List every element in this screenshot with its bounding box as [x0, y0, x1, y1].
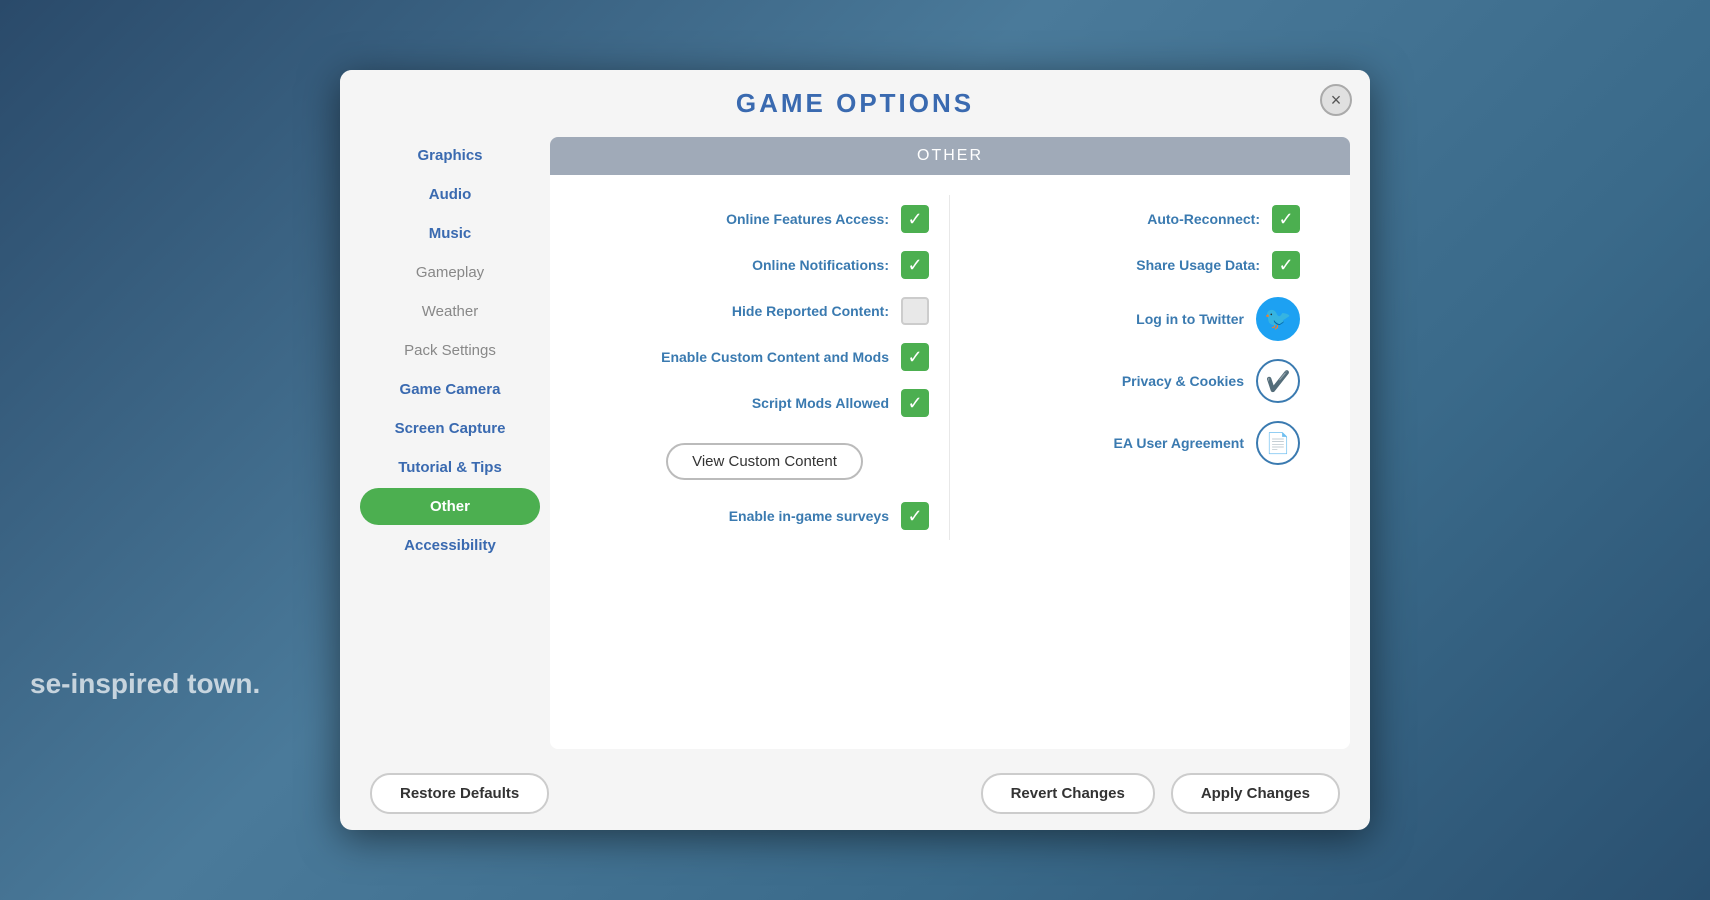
- enable-custom-label: Enable Custom Content and Mods: [661, 349, 889, 365]
- enable-surveys-checkbox[interactable]: ✓: [901, 502, 929, 530]
- script-mods-checkbox[interactable]: ✓: [901, 389, 929, 417]
- modal-overlay: Game Options × Graphics Audio Music Game…: [0, 0, 1710, 900]
- script-mods-label: Script Mods Allowed: [752, 395, 889, 411]
- revert-changes-button[interactable]: Revert Changes: [981, 773, 1155, 814]
- online-notifications-checkbox[interactable]: ✓: [901, 251, 929, 279]
- sidebar-item-weather[interactable]: Weather: [360, 293, 540, 330]
- share-usage-row: Share Usage Data: ✓: [970, 251, 1300, 279]
- enable-custom-row: Enable Custom Content and Mods ✓: [600, 343, 929, 371]
- modal-title: Game Options: [736, 88, 974, 118]
- privacy-cookies-label: Privacy & Cookies: [1122, 373, 1244, 389]
- sidebar-item-other[interactable]: Other: [360, 488, 540, 525]
- online-features-row: Online Features Access: ✓: [600, 205, 929, 233]
- restore-defaults-button[interactable]: Restore Defaults: [370, 773, 549, 814]
- share-usage-checkbox[interactable]: ✓: [1272, 251, 1300, 279]
- content-area: Other Online Features Access: ✓ Online N…: [550, 137, 1350, 749]
- log-twitter-label: Log in to Twitter: [1136, 311, 1244, 327]
- twitter-icon: 🐦: [1264, 306, 1291, 332]
- auto-reconnect-row: Auto-Reconnect: ✓: [970, 205, 1300, 233]
- sidebar-item-tutorial-tips[interactable]: Tutorial & Tips: [360, 449, 540, 486]
- content-header: Other: [550, 137, 1350, 175]
- content-inner: Online Features Access: ✓ Online Notific…: [550, 175, 1350, 560]
- sidebar-item-game-camera[interactable]: Game Camera: [360, 371, 540, 408]
- online-notifications-row: Online Notifications: ✓: [600, 251, 929, 279]
- sidebar-item-pack-settings[interactable]: Pack Settings: [360, 332, 540, 369]
- sidebar-item-audio[interactable]: Audio: [360, 176, 540, 213]
- hide-reported-row: Hide Reported Content:: [600, 297, 929, 325]
- script-mods-row: Script Mods Allowed ✓: [600, 389, 929, 417]
- privacy-cookies-row: Privacy & Cookies ✔️: [970, 359, 1300, 403]
- game-options-modal: Game Options × Graphics Audio Music Game…: [340, 70, 1370, 830]
- log-twitter-row: Log in to Twitter 🐦: [970, 297, 1300, 341]
- sidebar-item-screen-capture[interactable]: Screen Capture: [360, 410, 540, 447]
- doc-icon: 📄: [1266, 431, 1291, 456]
- ea-agreement-label: EA User Agreement: [1114, 435, 1244, 451]
- online-features-label: Online Features Access:: [726, 211, 889, 227]
- ea-agreement-row: EA User Agreement 📄: [970, 421, 1300, 465]
- enable-custom-checkbox[interactable]: ✓: [901, 343, 929, 371]
- privacy-cookies-button[interactable]: ✔️: [1256, 359, 1300, 403]
- auto-reconnect-checkbox[interactable]: ✓: [1272, 205, 1300, 233]
- sidebar: Graphics Audio Music Gameplay Weather Pa…: [360, 129, 540, 757]
- hide-reported-label: Hide Reported Content:: [732, 303, 889, 319]
- log-twitter-button[interactable]: 🐦: [1256, 297, 1300, 341]
- sidebar-item-gameplay[interactable]: Gameplay: [360, 254, 540, 291]
- modal-body: Graphics Audio Music Gameplay Weather Pa…: [340, 129, 1370, 757]
- share-usage-label: Share Usage Data:: [1136, 257, 1260, 273]
- close-button[interactable]: ×: [1320, 84, 1352, 116]
- footer-right-buttons: Revert Changes Apply Changes: [981, 773, 1340, 814]
- modal-header: Game Options ×: [340, 70, 1370, 129]
- modal-footer: Restore Defaults Revert Changes Apply Ch…: [340, 757, 1370, 830]
- enable-surveys-row: Enable in-game surveys ✓: [600, 502, 929, 530]
- enable-surveys-label: Enable in-game surveys: [729, 508, 889, 524]
- auto-reconnect-label: Auto-Reconnect:: [1147, 211, 1260, 227]
- apply-changes-button[interactable]: Apply Changes: [1171, 773, 1340, 814]
- sidebar-item-music[interactable]: Music: [360, 215, 540, 252]
- sidebar-item-graphics[interactable]: Graphics: [360, 137, 540, 174]
- ea-agreement-button[interactable]: 📄: [1256, 421, 1300, 465]
- online-features-checkbox[interactable]: ✓: [901, 205, 929, 233]
- sidebar-item-accessibility[interactable]: Accessibility: [360, 527, 540, 564]
- hide-reported-checkbox[interactable]: [901, 297, 929, 325]
- right-column: Auto-Reconnect: ✓ Share Usage Data: ✓ Lo…: [950, 195, 1320, 540]
- view-custom-row: View Custom Content: [600, 435, 929, 484]
- shield-icon: ✔️: [1266, 369, 1291, 394]
- online-notifications-label: Online Notifications:: [752, 257, 889, 273]
- left-column: Online Features Access: ✓ Online Notific…: [580, 195, 950, 540]
- view-custom-button[interactable]: View Custom Content: [666, 443, 863, 480]
